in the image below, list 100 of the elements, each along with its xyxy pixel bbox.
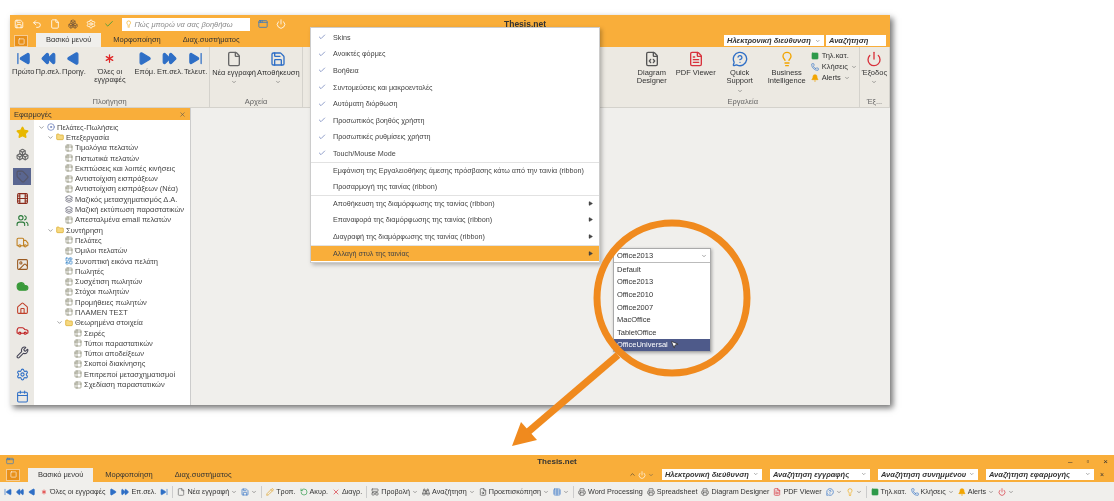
boxes-icon[interactable] <box>68 19 78 29</box>
caret-icon <box>861 471 867 477</box>
toolbar-button[interactable] <box>825 487 842 496</box>
submenu-arrow-icon <box>588 233 593 239</box>
table-icon <box>65 143 73 152</box>
toolbar-button[interactable] <box>109 487 118 496</box>
close-icon <box>331 487 340 496</box>
image-icon <box>15 258 29 271</box>
app-menu-button[interactable] <box>6 468 20 481</box>
cloud-icon <box>15 280 29 293</box>
toolbar-button[interactable] <box>160 487 169 496</box>
help-icon <box>825 487 834 496</box>
binoculars-icon <box>422 487 431 496</box>
expanded-chevron-icon[interactable] <box>47 226 54 234</box>
collapse-chevron-icon[interactable] <box>628 471 636 478</box>
window-control[interactable]: ▫ <box>1086 456 1090 466</box>
phone-icon <box>910 487 919 496</box>
calendar-icon <box>15 390 29 403</box>
printer-icon <box>701 487 710 496</box>
toolbar-button[interactable] <box>998 487 1014 496</box>
power-icon[interactable] <box>637 470 646 479</box>
folder-icon <box>56 226 64 235</box>
close-icon[interactable] <box>179 110 186 118</box>
boxes-icon <box>15 148 29 161</box>
toolbar-button[interactable] <box>16 487 24 496</box>
layout-icon <box>371 487 380 496</box>
window-title: Thesis.net <box>537 456 577 466</box>
cursor-icon <box>669 340 679 350</box>
asterisk-icon <box>40 487 48 496</box>
fast-forward-icon <box>121 487 130 496</box>
window-control[interactable]: – <box>1068 456 1073 466</box>
window-control[interactable]: × <box>1103 456 1108 466</box>
play-icon <box>137 51 153 66</box>
fast-forward-icon <box>162 51 178 66</box>
printer-icon <box>578 487 587 496</box>
toolbar-button[interactable] <box>4 487 12 496</box>
help-icon <box>731 51 748 67</box>
star-icon <box>15 126 29 139</box>
play-icon <box>109 487 118 496</box>
film-icon <box>15 192 29 205</box>
power-icon[interactable] <box>276 19 286 29</box>
pdf-file-icon <box>687 51 704 67</box>
settings-icon <box>15 368 29 381</box>
expanded-chevron-icon[interactable] <box>38 123 45 131</box>
toolbar-button[interactable] <box>241 487 258 496</box>
rewind-icon <box>16 487 24 496</box>
page-icon <box>177 487 186 496</box>
submenu-arrow-icon <box>588 217 593 223</box>
submenu-arrow-icon <box>588 251 593 256</box>
skip-back-icon <box>15 51 31 66</box>
left-triangle-icon <box>28 487 36 496</box>
left-triangle-icon <box>66 51 82 66</box>
preview-icon <box>478 487 487 496</box>
power-icon <box>866 51 883 67</box>
pencil-icon <box>266 487 275 496</box>
toolbar-button[interactable] <box>28 487 36 496</box>
square-icon <box>870 487 879 496</box>
folder-icon <box>65 318 73 327</box>
caret-icon <box>969 471 975 477</box>
settings-icon[interactable] <box>86 19 96 29</box>
caret-icon <box>1085 471 1091 477</box>
truck-icon <box>15 236 29 249</box>
expanded-chevron-icon[interactable] <box>56 319 63 327</box>
expanded-chevron-icon[interactable] <box>47 133 54 141</box>
app-category-button[interactable] <box>13 344 31 361</box>
save-icon <box>241 487 250 496</box>
toolbar-button[interactable] <box>553 487 570 496</box>
skip-forward-icon <box>188 51 204 66</box>
caret-icon <box>753 471 759 477</box>
app-menu-button[interactable] <box>14 35 28 47</box>
xml-file-icon <box>643 51 660 67</box>
caret-icon <box>647 471 654 478</box>
dashboard-icon <box>65 257 73 265</box>
save-icon <box>270 51 287 67</box>
window-icon <box>6 457 14 465</box>
phone-icon <box>810 62 819 71</box>
skip-forward-icon <box>160 487 169 496</box>
save-icon[interactable] <box>14 19 24 29</box>
table-icon <box>65 215 73 224</box>
check-icon[interactable] <box>104 19 114 29</box>
users-icon <box>15 214 29 227</box>
page-icon <box>226 51 243 67</box>
window-icon[interactable] <box>258 19 268 29</box>
window-title: Thesis.net <box>504 19 547 29</box>
wrench-icon <box>15 346 29 359</box>
undo-icon[interactable] <box>32 19 42 29</box>
car-icon <box>15 324 29 337</box>
caret-icon <box>701 252 707 259</box>
app-category-button[interactable] <box>13 146 31 163</box>
app-category-button[interactable] <box>13 212 31 229</box>
undo-icon <box>299 487 308 496</box>
skip-back-icon <box>4 487 12 496</box>
tag-icon <box>15 170 29 183</box>
grid-icon <box>553 487 562 496</box>
page-icon[interactable] <box>50 19 60 29</box>
lightbulb-icon <box>845 487 854 496</box>
square-icon <box>810 51 819 60</box>
submenu-arrow-icon <box>588 201 593 207</box>
lightbulb-icon <box>125 20 133 28</box>
rewind-icon <box>40 51 56 66</box>
